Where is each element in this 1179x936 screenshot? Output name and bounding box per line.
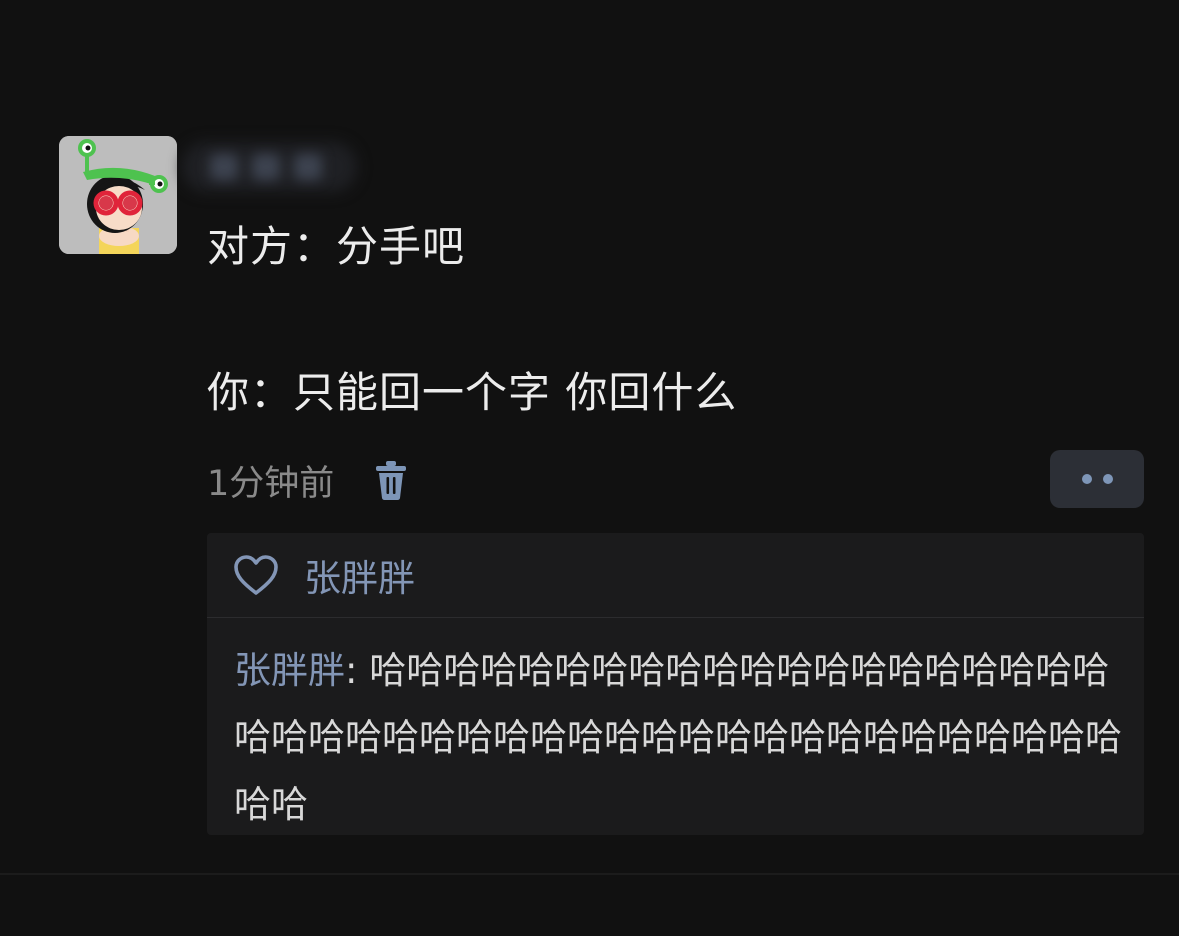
comment-item[interactable]: 张胖胖: 哈哈哈哈哈哈哈哈哈哈哈哈哈哈哈哈哈哈哈哈哈哈哈哈哈哈哈哈哈哈哈哈哈哈哈… [234,637,1134,838]
post-meta: 1分钟前 [207,455,407,505]
post-line: 对方：分手吧 [207,222,466,271]
post-time: 1分钟前 [207,463,335,504]
more-dots-icon [1102,474,1113,484]
avatar-image [59,136,177,254]
comment-separator: : [345,649,370,692]
liker-name[interactable]: 张胖胖 [304,548,415,602]
interaction-panel: 张胖胖 张胖胖: 哈哈哈哈哈哈哈哈哈哈哈哈哈哈哈哈哈哈哈哈哈哈哈哈哈哈哈哈哈哈哈… [207,533,1144,835]
trash-icon[interactable] [376,460,407,500]
username-placeholder [210,152,340,182]
more-dots-icon [1081,474,1092,484]
comment-author[interactable]: 张胖胖 [234,649,345,692]
heart-icon[interactable] [233,554,279,596]
divider [0,873,1179,875]
more-button[interactable] [1050,450,1144,508]
likes-row: 张胖胖 [207,533,1144,618]
post-line: 你：只能回一个字 你回什么 [207,368,738,417]
post-content: 对方：分手吧 你：只能回一个字 你回什么 [207,210,1107,430]
avatar[interactable] [59,136,177,254]
